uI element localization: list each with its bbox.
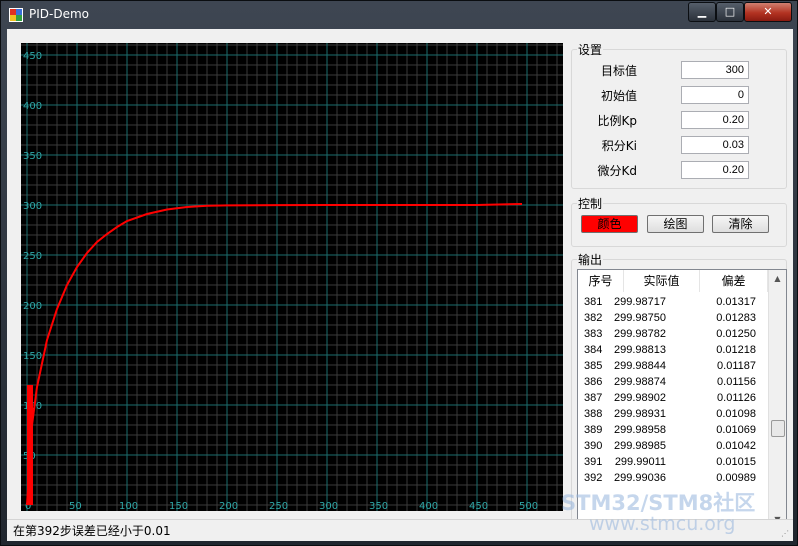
column-header-error[interactable]: 偏差: [700, 270, 768, 292]
settings-group-title: 设置: [577, 41, 604, 58]
row-actual: 299.98782: [614, 328, 666, 340]
app-icon: [9, 8, 23, 22]
table-row[interactable]: 384 299.98813 0.01218: [578, 342, 768, 358]
setting-label: 初始值: [600, 89, 637, 103]
table-row[interactable]: 388 299.98931 0.01098: [578, 406, 768, 422]
y-tick-label: 200: [23, 301, 42, 312]
row-error: 0.01156: [717, 376, 756, 388]
setting-field[interactable]: 0.03: [681, 136, 749, 154]
y-tick-label: 300: [23, 201, 42, 212]
watermark-url: www.stmcu.org: [589, 513, 736, 535]
x-tick-label: 150: [169, 501, 188, 511]
plot-button[interactable]: 绘图: [647, 215, 704, 233]
control-group-title: 控制: [577, 195, 604, 212]
setting-field[interactable]: 0.20: [681, 111, 749, 129]
row-actual: 299.99011: [614, 456, 666, 468]
row-error: 0.01283: [716, 312, 756, 324]
row-actual: 299.99036: [614, 472, 666, 484]
minimize-button[interactable]: ▁: [688, 2, 716, 22]
maximize-button[interactable]: □: [716, 2, 744, 22]
x-tick-label: 200: [219, 501, 238, 511]
row-error: 0.00989: [716, 472, 756, 484]
table-row[interactable]: 382 299.98750 0.01283: [578, 310, 768, 326]
row-actual: 299.98931: [614, 408, 666, 420]
table-row[interactable]: 389 299.98958 0.01069: [578, 422, 768, 438]
table-row[interactable]: 392 299.99036 0.00989: [578, 470, 768, 486]
x-tick-label: 500: [519, 501, 538, 511]
row-actual: 299.98902: [614, 392, 666, 404]
output-group-title: 输出: [577, 251, 604, 268]
setting-label: 比例Kp: [597, 114, 638, 128]
row-error: 0.01250: [716, 328, 756, 340]
title-bar[interactable]: PID-Demo ▁ □ ✕: [1, 1, 797, 29]
row-error: 0.01042: [716, 440, 756, 452]
window-title: PID-Demo: [29, 7, 89, 21]
y-tick-label: 350: [23, 151, 42, 162]
vertical-scrollbar[interactable]: ▲ ▼: [768, 270, 786, 528]
x-tick-label: 450: [469, 501, 488, 511]
setting-field[interactable]: 0.20: [681, 161, 749, 179]
clear-button[interactable]: 清除: [712, 215, 769, 233]
table-row[interactable]: 387 299.98902 0.01126: [578, 390, 768, 406]
x-tick-label: 250: [269, 501, 288, 511]
setting-label: 微分Kd: [597, 164, 638, 178]
table-row[interactable]: 381 299.98717 0.01317: [578, 294, 768, 310]
row-actual: 299.98717: [614, 296, 666, 308]
color-button[interactable]: 颜色: [581, 215, 638, 233]
row-error: 0.01187: [717, 360, 756, 372]
response-chart: 0501001502002503003504004505005010015020…: [21, 43, 563, 511]
table-row[interactable]: 386 299.98874 0.01156: [578, 374, 768, 390]
scroll-thumb[interactable]: [771, 420, 785, 437]
y-tick-label: 400: [23, 101, 42, 112]
row-error: 0.01098: [716, 408, 756, 420]
row-error: 0.01218: [716, 344, 756, 356]
resize-grip-icon[interactable]: ⋰: [781, 529, 791, 539]
row-actual: 299.98985: [614, 440, 666, 452]
x-tick-label: 350: [369, 501, 388, 511]
table-row[interactable]: 385 299.98844 0.01187: [578, 358, 768, 374]
scroll-up-arrow-icon[interactable]: ▲: [769, 270, 786, 287]
setting-label: 目标值: [600, 64, 637, 78]
row-error: 0.01126: [717, 392, 756, 404]
row-actual: 299.98874: [614, 376, 666, 388]
row-error: 0.01015: [716, 456, 756, 468]
x-tick-label: 400: [419, 501, 438, 511]
table-row[interactable]: 383 299.98782 0.01250: [578, 326, 768, 342]
setting-field[interactable]: 0: [681, 86, 749, 104]
row-actual: 299.98958: [614, 424, 666, 436]
table-row[interactable]: 390 299.98985 0.01042: [578, 438, 768, 454]
setting-field[interactable]: 300: [681, 61, 749, 79]
setting-label: 积分Ki: [601, 139, 637, 153]
x-tick-label: 300: [319, 501, 338, 511]
row-actual: 299.98813: [614, 344, 666, 356]
row-error: 0.01069: [716, 424, 756, 436]
table-row[interactable]: 391 299.99011 0.01015: [578, 454, 768, 470]
row-actual: 299.98750: [614, 312, 666, 324]
column-header-index[interactable]: 序号: [578, 270, 624, 292]
y-tick-label: 150: [23, 351, 42, 362]
x-tick-label: 100: [119, 501, 138, 511]
y-tick-label: 250: [23, 251, 42, 262]
column-header-actual[interactable]: 实际值: [624, 270, 700, 292]
close-button[interactable]: ✕: [744, 2, 792, 22]
client-area: 0501001502002503003504004505005010015020…: [7, 29, 793, 541]
row-error: 0.01317: [716, 296, 756, 308]
row-actual: 299.98844: [614, 360, 666, 372]
y-tick-label: 450: [23, 51, 42, 62]
x-tick-label: 50: [69, 501, 82, 511]
window: PID-Demo ▁ □ ✕ 0 50 100 150 200 250 300 350 400 4…: [0, 0, 798, 546]
status-text: 在第392步误差已经小于0.01: [13, 524, 171, 538]
